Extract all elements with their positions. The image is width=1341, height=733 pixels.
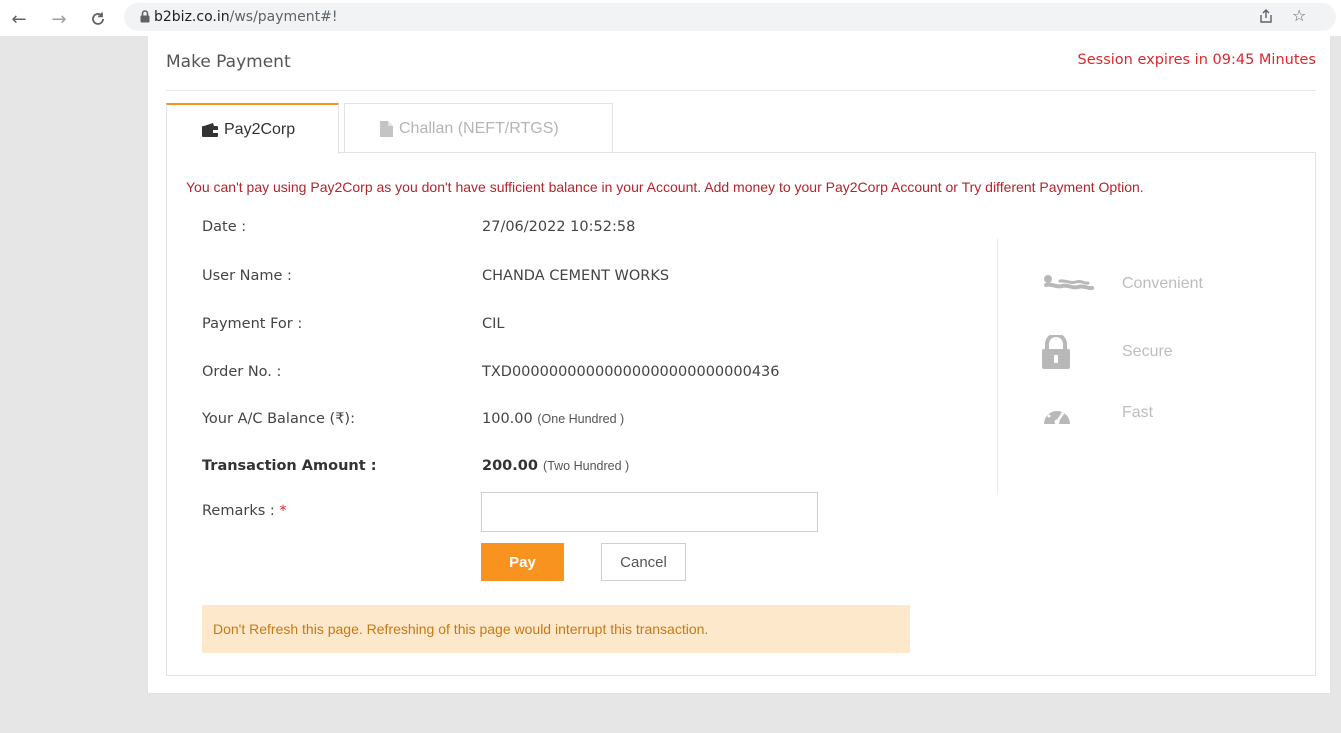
order-no-label: Order No. : (202, 364, 282, 380)
payment-panel: Make Payment Session expires in 09:45 Mi… (147, 36, 1331, 694)
forward-arrow-icon[interactable]: → (48, 8, 70, 30)
share-icon[interactable] (1258, 8, 1274, 28)
feature-label: Secure (1122, 343, 1173, 360)
wallet-icon (202, 122, 218, 137)
payment-form: You can't pay using Pay2Corp as you don'… (166, 152, 1316, 676)
page-title: Make Payment (166, 52, 291, 72)
pay-button[interactable]: Pay (481, 543, 564, 581)
feature-convenient: Convenient (1042, 273, 1203, 295)
required-marker: * (279, 503, 287, 519)
url-host: b2biz.co.in (154, 9, 230, 25)
url-text: b2biz.co.in/ws/payment#! (154, 9, 338, 25)
lock-icon (1042, 335, 1102, 369)
remarks-label: Remarks : * (202, 503, 287, 519)
remarks-input[interactable] (481, 492, 818, 532)
convenient-icon (1042, 273, 1102, 295)
payment-for-label: Payment For : (202, 316, 303, 332)
transaction-amount-value: 200.00 (Two Hundred ) (482, 458, 629, 474)
browser-toolbar: ← → b2biz.co.in/ws/payment#! ☆ (0, 0, 1341, 36)
transaction-amount-words: (Two Hundred ) (543, 459, 630, 473)
balance-value: 100.00 (One Hundred ) (482, 411, 624, 427)
balance-words: (One Hundred ) (537, 412, 625, 426)
user-name-value: CHANDA CEMENT WORKS (482, 268, 670, 284)
url-path: /ws/payment#! (229, 9, 338, 25)
order-no-value: TXD00000000000000000000000000436 (482, 364, 780, 380)
document-icon (380, 120, 393, 137)
address-bar[interactable]: b2biz.co.in/ws/payment#! ☆ (124, 3, 1336, 31)
tab-label: Pay2Corp (224, 120, 296, 138)
remarks-label-text: Remarks : (202, 503, 275, 519)
cancel-button[interactable]: Cancel (601, 543, 686, 581)
bookmark-star-icon[interactable]: ☆ (1292, 6, 1306, 25)
date-value: 27/06/2022 10:52:58 (482, 219, 636, 235)
lock-icon (140, 10, 150, 28)
balance-amount: 100.00 (482, 411, 533, 427)
reload-icon[interactable] (87, 8, 109, 30)
feature-label: Fast (1122, 404, 1154, 421)
session-timer: Session expires in 09:45 Minutes (1077, 52, 1316, 68)
feature-fast: Fast (1042, 400, 1153, 426)
tab-pay2corp[interactable]: Pay2Corp (166, 103, 339, 154)
user-name-label: User Name : (202, 268, 292, 284)
balance-label: Your A/C Balance (₹): (202, 411, 355, 427)
tab-label: Challan (NEFT/RTGS) (399, 119, 559, 137)
feature-secure: Secure (1042, 335, 1173, 369)
speedometer-icon (1042, 400, 1102, 426)
date-label: Date : (202, 219, 247, 235)
back-arrow-icon[interactable]: ← (8, 8, 30, 30)
transaction-amount-label: Transaction Amount : (202, 458, 377, 474)
transaction-amount: 200.00 (482, 458, 538, 474)
title-divider (166, 90, 1316, 91)
insufficient-balance-message: You can't pay using Pay2Corp as you don'… (186, 179, 1144, 195)
refresh-warning: Don't Refresh this page. Refreshing of t… (202, 605, 910, 653)
tab-challan[interactable]: Challan (NEFT/RTGS) (344, 103, 613, 153)
feature-label: Convenient (1122, 275, 1203, 292)
vertical-divider (997, 239, 998, 493)
payment-for-value: CIL (482, 316, 505, 332)
